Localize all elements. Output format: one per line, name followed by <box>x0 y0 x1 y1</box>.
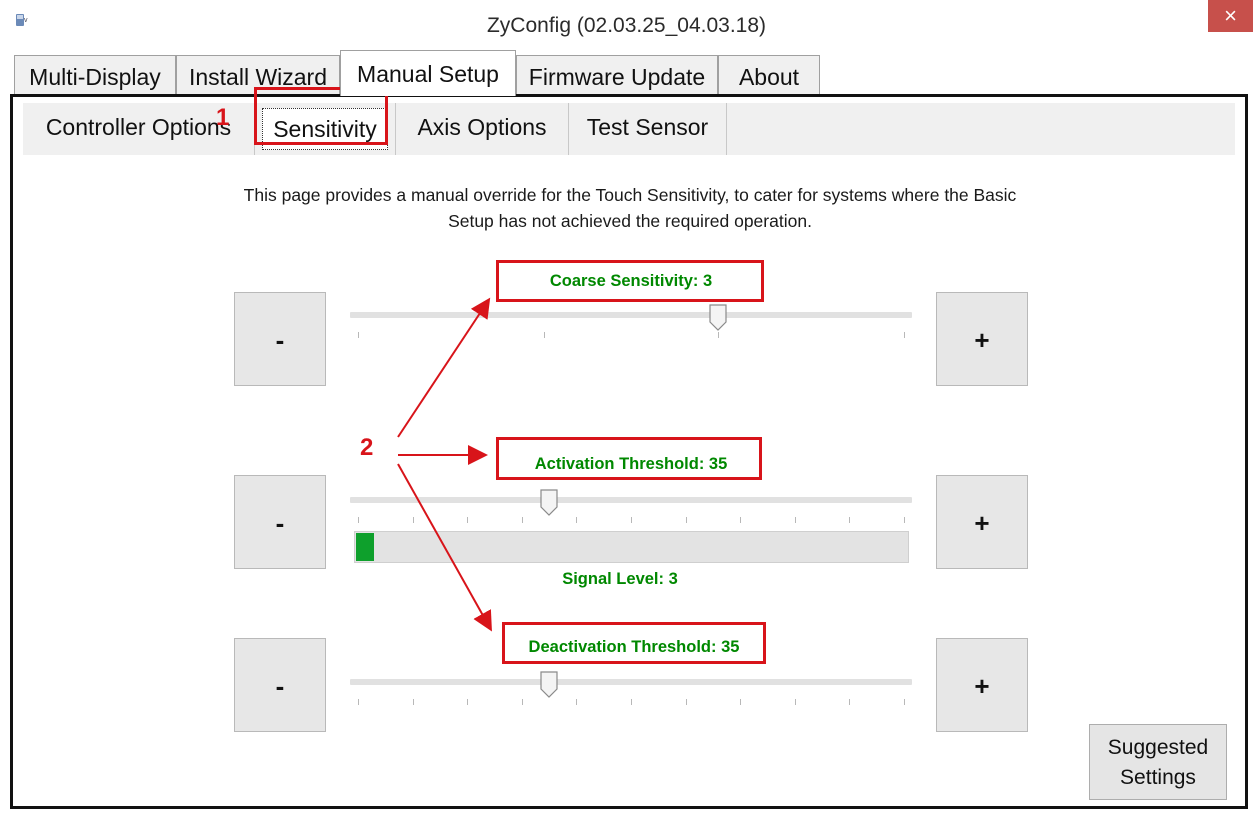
annotation-marker-2: 2 <box>360 434 374 461</box>
slider-tick <box>904 332 905 338</box>
tab-multi-display[interactable]: Multi-Display <box>14 55 176 95</box>
slider-tick <box>795 517 796 523</box>
highlight-box-deactivation <box>502 622 766 664</box>
slider-tick <box>740 517 741 523</box>
slider-tick <box>718 332 719 338</box>
slider-tick <box>467 699 468 705</box>
slider-tick <box>686 699 687 705</box>
slider-track <box>350 679 912 685</box>
suggested-settings-button[interactable]: Suggested Settings <box>1089 724 1227 800</box>
slider-tick <box>358 517 359 523</box>
slider-tick <box>849 517 850 523</box>
slider-tick <box>576 699 577 705</box>
close-button[interactable]: × <box>1208 0 1253 32</box>
deactivation-threshold-slider[interactable] <box>350 671 912 711</box>
slider-tick <box>631 699 632 705</box>
slider-thumb[interactable] <box>540 671 558 699</box>
slider-thumb[interactable] <box>709 304 727 332</box>
slider-tick <box>849 699 850 705</box>
slider-track <box>350 312 912 318</box>
activation-increase-button[interactable]: + <box>936 475 1028 569</box>
subtab-test-sensor[interactable]: Test Sensor <box>569 103 727 155</box>
deactivation-decrease-button[interactable]: - <box>234 638 326 732</box>
deactivation-increase-button[interactable]: + <box>936 638 1028 732</box>
slider-tick <box>904 517 905 523</box>
slider-tick <box>522 699 523 705</box>
suggested-settings-label: Suggested Settings <box>1107 736 1209 789</box>
activation-threshold-slider[interactable] <box>350 489 912 529</box>
slider-tick <box>576 517 577 523</box>
slider-thumb[interactable] <box>540 489 558 517</box>
slider-tick <box>413 699 414 705</box>
coarse-increase-button[interactable]: + <box>936 292 1028 386</box>
tab-firmware-update[interactable]: Firmware Update <box>516 55 718 95</box>
slider-tick <box>631 517 632 523</box>
subtab-axis-options[interactable]: Axis Options <box>395 103 569 155</box>
signal-level-bar <box>354 531 909 563</box>
coarse-sensitivity-slider[interactable] <box>350 304 912 344</box>
annotation-marker-1: 1 <box>216 104 230 131</box>
highlight-box-coarse <box>496 260 764 302</box>
activation-decrease-button[interactable]: - <box>234 475 326 569</box>
slider-track <box>350 497 912 503</box>
slider-tick <box>740 699 741 705</box>
highlight-box-activation <box>496 437 762 480</box>
slider-tick <box>904 699 905 705</box>
tab-manual-setup[interactable]: Manual Setup <box>340 50 516 96</box>
tab-about[interactable]: About <box>718 55 820 95</box>
signal-level-fill <box>356 533 374 561</box>
signal-level-label: Signal Level: 3 <box>562 570 678 588</box>
slider-tick <box>358 699 359 705</box>
slider-tick <box>522 517 523 523</box>
slider-tick <box>795 699 796 705</box>
description-text: This page provides a manual override for… <box>243 185 1017 231</box>
slider-tick <box>358 332 359 338</box>
window-title: ZyConfig (02.03.25_04.03.18) <box>486 14 767 37</box>
coarse-decrease-button[interactable]: - <box>234 292 326 386</box>
slider-tick <box>467 517 468 523</box>
slider-tick <box>686 517 687 523</box>
slider-tick <box>413 517 414 523</box>
slider-tick <box>544 332 545 338</box>
